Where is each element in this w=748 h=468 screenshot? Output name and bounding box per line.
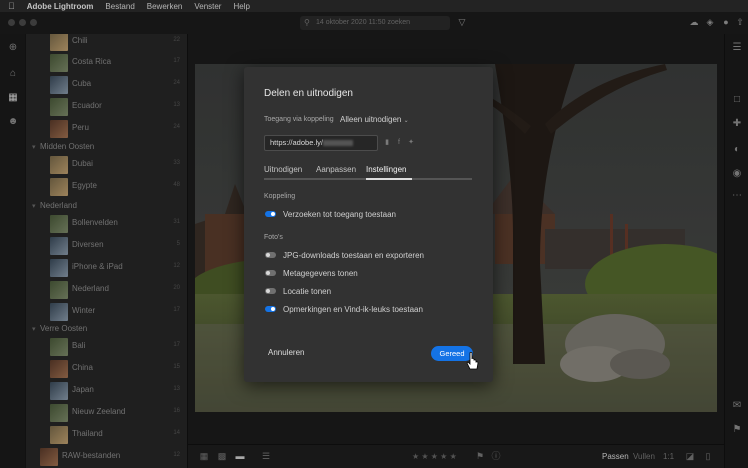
twitter-icon[interactable]: ✦ [407, 139, 415, 147]
mouse-cursor-icon [466, 352, 479, 370]
tab-active-indicator [366, 178, 412, 180]
metadata-toggle[interactable] [265, 270, 276, 276]
location-toggle[interactable] [265, 288, 276, 294]
cancel-button[interactable]: Annuleren [268, 348, 304, 357]
access-dropdown-value: Alleen uitnodigen [340, 115, 402, 124]
copy-link-icon[interactable]: ▮ [383, 139, 391, 147]
jpg-download-toggle[interactable] [265, 252, 276, 258]
toggle-knob [271, 212, 275, 216]
toggle-knob [271, 307, 275, 311]
comments-likes-label: Opmerkingen en Vind-ik-leuks toestaan [283, 305, 423, 314]
access-dropdown[interactable]: Alleen uitnodigen ⌄ [340, 115, 409, 124]
tab-aanpassen[interactable]: Aanpassen [316, 165, 356, 174]
share-link-field[interactable]: https://adobe.ly/ [264, 135, 378, 151]
access-label: Toegang via koppeling [264, 116, 334, 123]
dialog-title: Delen en uitnodigen [264, 88, 353, 99]
tab-uitnodigen[interactable]: Uitnodigen [264, 165, 302, 174]
section-link-heading: Koppeling [264, 193, 296, 200]
chevron-down-icon: ⌄ [403, 118, 409, 124]
toggle-knob [266, 271, 270, 275]
link-redaction [322, 140, 353, 147]
facebook-icon[interactable]: f [395, 139, 403, 147]
tab-instellingen[interactable]: Instellingen [366, 165, 406, 174]
comments-likes-toggle[interactable] [265, 306, 276, 312]
share-invite-dialog: Delen en uitnodigen Toegang via koppelin… [244, 67, 493, 382]
request-access-label: Verzoeken tot toegang toestaan [283, 210, 396, 219]
section-photos-heading: Foto's [264, 234, 283, 241]
toggle-knob [266, 253, 270, 257]
metadata-label: Metagegevens tonen [283, 269, 358, 278]
request-access-toggle[interactable] [265, 211, 276, 217]
share-link-text: https://adobe.ly/ [270, 138, 323, 147]
location-label: Locatie tonen [283, 287, 332, 296]
toggle-knob [266, 289, 270, 293]
jpg-download-label: JPG-downloads toestaan en exporteren [283, 251, 424, 260]
